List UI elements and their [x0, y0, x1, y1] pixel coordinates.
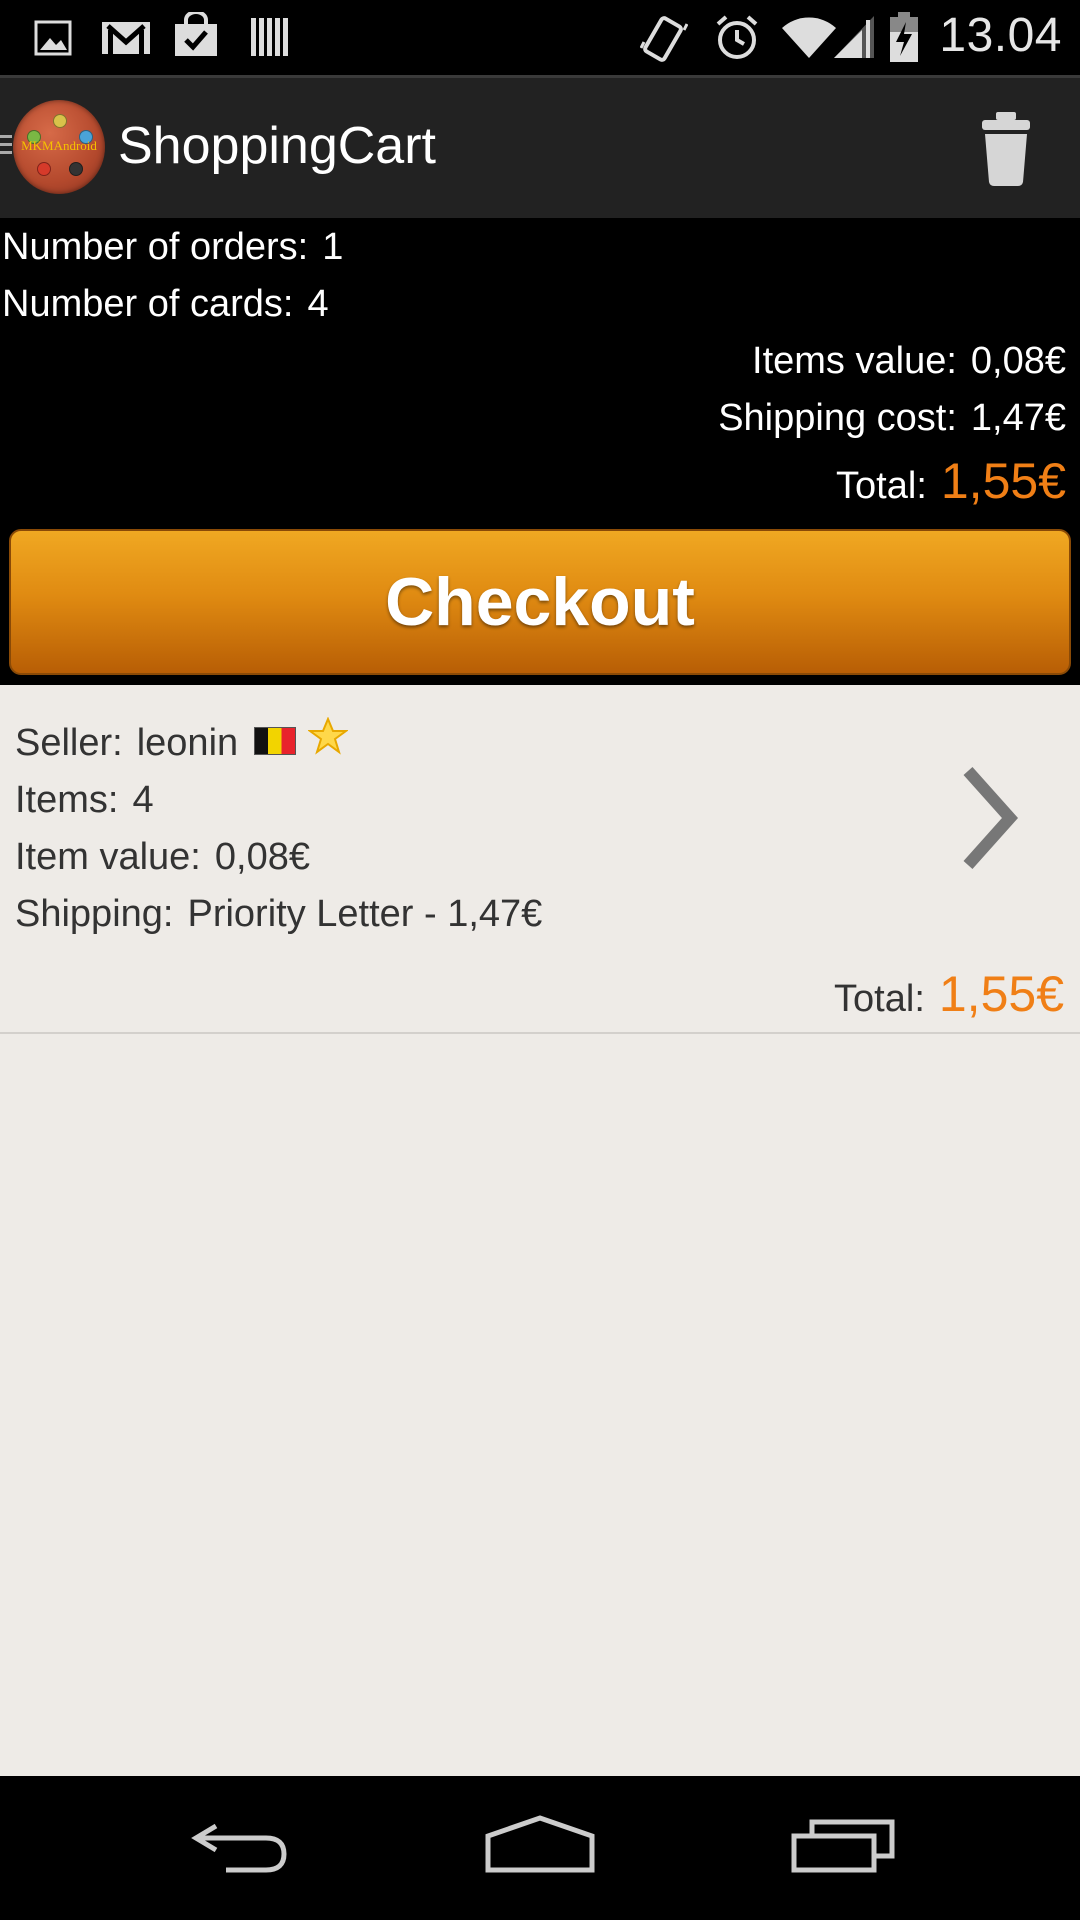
items-label: Items:: [15, 779, 119, 821]
home-icon: [485, 1815, 595, 1873]
summary-total-label: Total:: [836, 465, 927, 507]
orders-list: Seller: leonin Items: 4 Item value: 0,08€ S…: [0, 685, 1080, 1776]
battery-charging-icon: [888, 10, 920, 69]
alarm-icon: [712, 12, 762, 67]
items-value: 4: [132, 779, 154, 821]
shopping-bag-icon: [172, 10, 220, 63]
summary-total-value: 1,55€: [940, 453, 1066, 509]
navigation-bar: [0, 1776, 1080, 1920]
list-item[interactable]: Seller: leonin Items: 4 Item value: 0,08€ S…: [0, 685, 1080, 1034]
chevron-right-icon: [963, 767, 1018, 869]
cards-count-value: 4: [307, 283, 329, 325]
orders-count-label: Number of orders:: [2, 226, 309, 268]
items-row: Items: 4: [15, 779, 154, 822]
shipping-cost-value: 1,47€: [970, 397, 1066, 439]
checkout-button[interactable]: Checkout: [9, 529, 1071, 675]
belgium-flag-icon: [254, 726, 297, 755]
drawer-indicator-icon[interactable]: [0, 135, 12, 161]
screen: 13.04 MKMAndroid ShoppingCart Number of …: [0, 0, 1080, 1920]
shipping-cost-row: Shipping cost: 1,47€: [718, 397, 1066, 440]
item-value-row: Item value: 0,08€: [15, 836, 310, 879]
order-total-row: Total: 1,55€: [834, 965, 1064, 1023]
shipping-cost-label: Shipping cost:: [718, 397, 957, 439]
action-bar: MKMAndroid ShoppingCart: [0, 78, 1080, 218]
shipping-row: Shipping: Priority Letter - 1,47€: [15, 893, 542, 936]
cart-summary: Number of orders: 1 Number of cards: 4 Ite…: [0, 218, 1080, 685]
items-value: 0,08€: [970, 340, 1066, 382]
recent-apps-button[interactable]: [790, 1814, 896, 1881]
seller-row: Seller: leonin: [15, 716, 350, 765]
image-icon: [34, 18, 74, 63]
item-value: 0,08€: [214, 836, 310, 878]
barcode-icon: [249, 14, 291, 63]
cards-count-row: Number of cards: 4: [2, 283, 329, 326]
recent-apps-icon: [791, 1819, 895, 1873]
status-time: 13.04: [939, 9, 1062, 62]
item-value-label: Item value:: [15, 836, 201, 878]
seller-label: Seller:: [15, 722, 123, 764]
signal-icon: [832, 14, 876, 65]
page-title: ShoppingCart: [118, 117, 436, 175]
clear-cart-button[interactable]: [970, 108, 1042, 190]
app-logo-text: MKMAndroid: [21, 138, 97, 153]
back-button[interactable]: [186, 1814, 290, 1881]
trash-icon: [982, 112, 1030, 186]
shipping-value: Priority Letter - 1,47€: [187, 893, 543, 935]
home-button[interactable]: [484, 1814, 596, 1881]
order-total-label: Total:: [834, 978, 925, 1020]
items-value-row: Items value: 0,08€: [752, 340, 1066, 383]
gmail-icon: [100, 18, 152, 63]
summary-total-row: Total: 1,55€: [836, 452, 1066, 510]
back-icon: [191, 1823, 287, 1873]
items-value-label: Items value:: [752, 340, 957, 382]
status-bar: 13.04: [0, 0, 1080, 75]
star-icon: [307, 716, 350, 765]
order-total-value: 1,55€: [938, 966, 1064, 1022]
orders-count-row: Number of orders: 1: [2, 226, 343, 269]
shipping-label: Shipping:: [15, 893, 174, 935]
cards-count-label: Number of cards:: [2, 283, 294, 325]
wifi-icon: [780, 14, 838, 65]
app-logo[interactable]: MKMAndroid: [13, 100, 105, 194]
orders-count-value: 1: [322, 226, 344, 268]
seller-name: leonin: [136, 722, 239, 764]
vibrate-icon: [639, 12, 689, 69]
